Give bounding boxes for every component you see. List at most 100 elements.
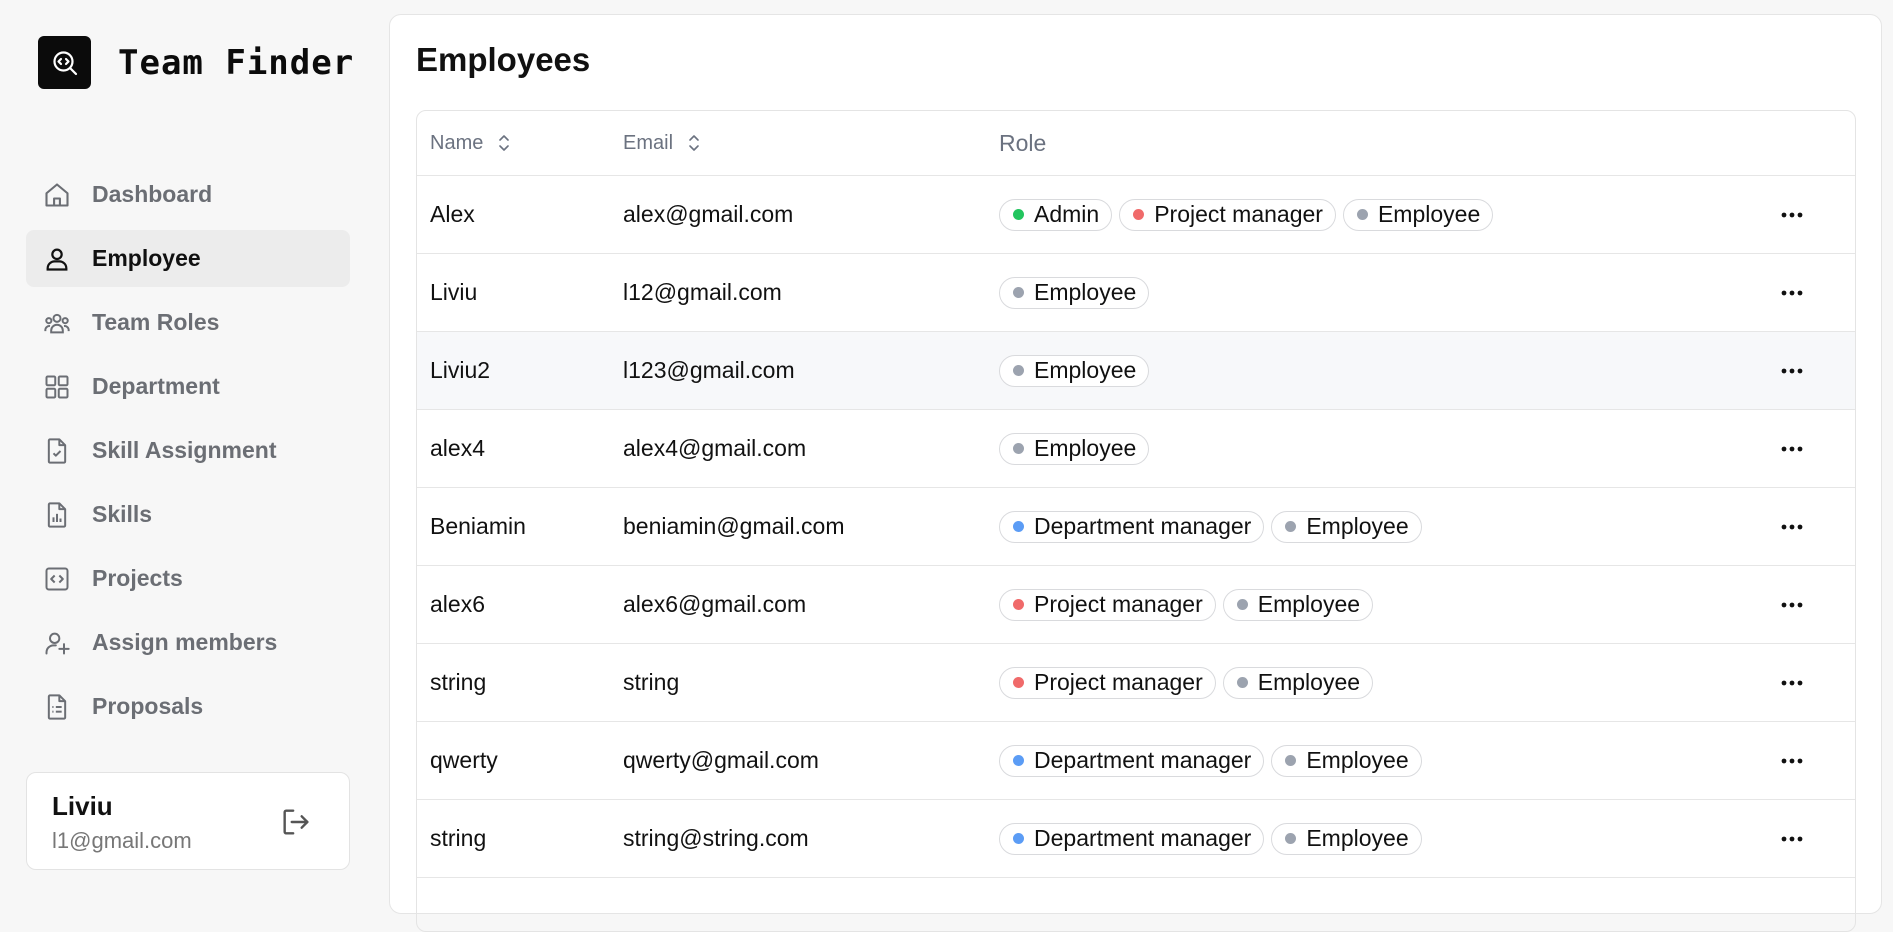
main-panel: Employees Name Email Role Alex alex@gmail… [389,14,1882,932]
more-actions-icon[interactable] [1772,176,1812,253]
role-dot-icon [1133,209,1145,220]
employee-roles: Department manager Employee [999,488,1422,565]
sidebar-nav: Dashboard Employee Team Roles Department… [26,166,350,742]
more-actions-icon[interactable] [1772,332,1812,409]
role-label: Employee [1306,747,1409,773]
sidebar-item-label: Department [92,373,220,399]
sidebar-item-department[interactable]: Department [26,358,350,415]
column-header-name[interactable]: Name [430,111,511,175]
employees-table: Name Email Role Alex alex@gmail.com Admin P… [416,110,1856,932]
table-row[interactable]: qwerty qwerty@gmail.com Department manager… [417,722,1855,800]
more-actions-icon[interactable] [1772,800,1812,877]
user-plus-icon [42,628,72,658]
table-row[interactable]: string string@string.com Department manage… [417,800,1855,878]
column-header-email[interactable]: Email [623,111,701,175]
table-row[interactable]: Liviu l12@gmail.com Employee [417,254,1855,332]
column-header-role: Role [999,111,1046,175]
sidebar-item-label: Employee [92,245,201,271]
role-badge: Admin [999,198,1113,231]
employee-email: alex@gmail.com [623,201,794,227]
more-actions-icon[interactable] [1772,410,1812,487]
more-actions-icon[interactable] [1772,722,1812,799]
table-row[interactable]: Alex alex@gmail.com Admin Project manager Em… [417,176,1855,254]
table-row[interactable]: alex6 alex6@gmail.com Project manager Emplo… [417,566,1855,644]
table-body: Alex alex@gmail.com Admin Project manager Em… [417,176,1855,931]
employee-email: qwerty@gmail.com [623,747,819,773]
employee-email: l12@gmail.com [623,279,782,305]
sort-icon[interactable] [687,133,701,153]
brand-name: Team Finder [118,42,355,83]
sidebar: Team Finder Dashboard Employee Team Role… [0,0,380,896]
role-badge: Project manager [999,666,1216,699]
sidebar-item-skill-assignment[interactable]: Skill Assignment [26,422,350,479]
employee-email: string [623,669,680,695]
role-dot-icon [1013,209,1024,220]
sidebar-item-team-roles[interactable]: Team Roles [26,294,350,351]
employee-email: l123@gmail.com [623,357,795,383]
logout-icon[interactable] [279,805,313,839]
role-badge: Employee [1222,588,1374,621]
role-dot-icon [1013,287,1024,298]
column-header-label: Name [430,131,484,154]
more-actions-icon[interactable] [1772,566,1812,643]
sidebar-item-dashboard[interactable]: Dashboard [26,166,350,223]
employee-name: qwerty [430,747,498,773]
users-icon [42,308,72,338]
role-dot-icon [1356,209,1368,220]
employee-email: string@string.com [623,825,809,851]
role-dot-icon [1236,599,1248,610]
user-email: l1@gmail.com [52,828,192,853]
employee-email: alex4@gmail.com [623,435,807,461]
role-dot-icon [1013,833,1024,844]
employee-name: Liviu2 [430,357,491,383]
role-badge: Employee [999,276,1150,309]
user-card: Liviu l1@gmail.com [26,772,350,870]
sidebar-item-proposals[interactable]: Proposals [26,678,350,735]
role-label: Project manager [1154,201,1323,227]
employee-email: alex6@gmail.com [623,591,807,617]
employee-email: beniamin@gmail.com [623,513,845,539]
sidebar-item-employee[interactable]: Employee [26,230,350,287]
role-dot-icon [1013,677,1024,688]
sort-icon[interactable] [497,133,511,153]
sidebar-item-skills[interactable]: Skills [26,486,350,543]
role-dot-icon [1013,443,1024,454]
role-dot-icon [1236,677,1248,688]
table-row[interactable]: Liviu2 l123@gmail.com Employee [417,332,1855,410]
sidebar-item-assign-members[interactable]: Assign members [26,614,350,671]
sidebar-item-label: Projects [92,565,183,591]
employee-roles: Employee [999,332,1150,409]
role-badge: Project manager [1119,198,1336,231]
employee-roles: Admin Project manager Employee [999,176,1494,253]
brand[interactable]: Team Finder [38,36,354,89]
role-label: Admin [1034,201,1100,227]
page-title: Employees [416,41,591,78]
search-code-icon [38,36,91,89]
table-row[interactable]: alex4 alex4@gmail.com Employee [417,410,1855,488]
column-header-label: Email [623,131,674,154]
role-badge: Employee [999,354,1150,387]
table-row[interactable]: Beniamin beniamin@gmail.com Department man… [417,488,1855,566]
role-badge: Department manager [999,822,1265,855]
role-dot-icon [1013,599,1024,610]
employee-roles: Employee [999,254,1150,331]
sidebar-item-label: Skills [92,501,153,527]
role-dot-icon [1285,521,1297,532]
table-header: Name Email Role [417,111,1855,176]
more-actions-icon[interactable] [1772,488,1812,565]
table-row[interactable]: string string Project manager Employee [417,644,1855,722]
user-name: Liviu [52,791,113,821]
role-label: Employee [1377,201,1481,227]
file-chart-icon [42,500,72,530]
role-badge: Department manager [999,744,1265,777]
column-header-label: Role [999,129,1047,156]
sidebar-item-label: Proposals [92,693,204,719]
sidebar-item-projects[interactable]: Projects [26,550,350,607]
employee-name: Alex [430,201,475,227]
role-label: Project manager [1034,591,1203,617]
role-dot-icon [1285,755,1297,766]
role-label: Department manager [1034,513,1252,539]
more-actions-icon[interactable] [1772,254,1812,331]
table-row[interactable] [417,878,1855,931]
more-actions-icon[interactable] [1772,644,1812,721]
